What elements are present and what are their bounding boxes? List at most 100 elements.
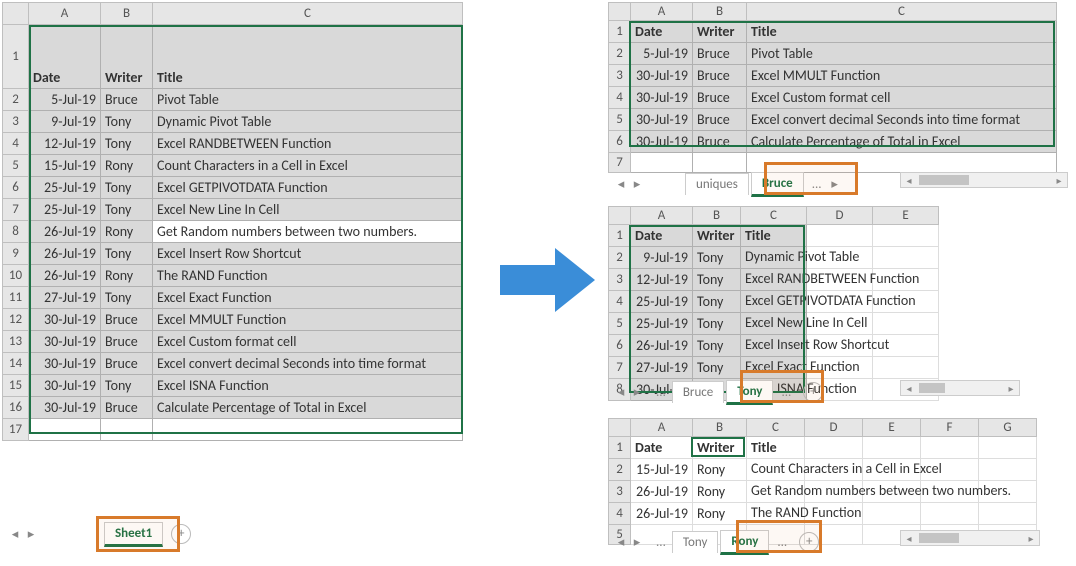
scroll-left-icon[interactable]: ◂	[901, 382, 917, 395]
cell-writer[interactable]: Tony	[101, 199, 153, 221]
cell-date[interactable]: 12-Jul-19	[631, 269, 693, 291]
cell-date[interactable]: 9-Jul-19	[631, 247, 693, 269]
row-hdr[interactable]: 2	[609, 247, 631, 269]
select-all-corner[interactable]	[609, 3, 631, 21]
cell-title[interactable]: Count Characters in a Cell in Excel	[747, 459, 805, 481]
h-scrollbar[interactable]: ◂ ▸	[900, 530, 1040, 546]
cell-date[interactable]: 9-Jul-19	[29, 111, 101, 133]
tab-uniques[interactable]: uniques	[685, 173, 749, 195]
col-hdr-b[interactable]: B	[101, 3, 153, 25]
row-hdr[interactable]: 5	[3, 155, 29, 177]
tab-more-right-icon[interactable]: ...	[775, 385, 797, 400]
col-hdr-g[interactable]: G	[979, 419, 1037, 437]
nav-prev-icon[interactable]: ▸	[630, 385, 644, 400]
hdr-date[interactable]: Date	[29, 25, 101, 89]
row-hdr[interactable]: 10	[3, 265, 29, 287]
main-grid[interactable]: A B C 1 Date Writer Title 25-Jul-19Bruce…	[2, 2, 463, 441]
cell-empty[interactable]	[873, 247, 939, 269]
cell-writer[interactable]: Bruce	[693, 109, 747, 131]
tab-tony-inactive[interactable]: Tony	[672, 531, 719, 553]
cell-date[interactable]: 27-Jul-19	[631, 357, 693, 379]
tab-add-button[interactable]: +	[171, 524, 191, 544]
tony-grid[interactable]: A B C D E 1DateWriterTitle29-Jul-19TonyD…	[608, 206, 939, 401]
row-hdr[interactable]: 11	[3, 287, 29, 309]
select-all-corner[interactable]	[609, 207, 631, 225]
cell-writer[interactable]: Bruce	[101, 89, 153, 111]
col-hdr-c[interactable]: C	[747, 3, 1057, 21]
col-hdr-b[interactable]: B	[693, 3, 747, 21]
cell-title[interactable]: Dynamic Pivot Table	[741, 247, 807, 269]
cell-writer[interactable]: Tony	[693, 291, 741, 313]
hdr-cell[interactable]: Date	[631, 225, 693, 247]
tab-tony[interactable]: Tony	[726, 380, 773, 405]
tab-sheet1[interactable]: Sheet1	[104, 522, 163, 547]
cell-writer[interactable]: Tony	[101, 243, 153, 265]
cell-empty[interactable]	[873, 313, 939, 335]
row-hdr[interactable]: 6	[609, 131, 631, 153]
tab-more-left-icon[interactable]: ...	[650, 535, 672, 550]
cell-title[interactable]: Excel Custom format cell	[747, 87, 1057, 109]
row-hdr[interactable]: 15	[3, 375, 29, 397]
row-hdr[interactable]: 12	[3, 309, 29, 331]
cell-writer[interactable]	[101, 419, 153, 441]
cell-title[interactable]: Get Random numbers between two numbers.	[153, 221, 463, 243]
cell-writer[interactable]: Bruce	[101, 397, 153, 419]
cell-writer[interactable]: Bruce	[693, 65, 747, 87]
col-hdr-a[interactable]: A	[631, 207, 693, 225]
col-hdr-a[interactable]: A	[29, 3, 101, 25]
cell-empty[interactable]	[921, 503, 979, 525]
cell-date[interactable]: 30-Jul-19	[29, 309, 101, 331]
cell-title[interactable]: Get Random numbers between two numbers.	[747, 481, 805, 503]
cell-writer[interactable]: Rony	[693, 503, 747, 525]
row-hdr[interactable]: 6	[609, 335, 631, 357]
col-hdr-d[interactable]: D	[807, 207, 873, 225]
scroll-left-icon[interactable]: ◂	[901, 532, 917, 545]
cell-title[interactable]: The RAND Function	[747, 503, 805, 525]
scroll-right-icon[interactable]: ▸	[1003, 382, 1019, 395]
row-hdr[interactable]: 4	[609, 87, 631, 109]
cell-title[interactable]: Excel ISNA Function	[153, 375, 463, 397]
cell-empty[interactable]	[979, 437, 1037, 459]
hdr-cell[interactable]: Writer	[693, 437, 747, 459]
col-hdr-d[interactable]: D	[805, 419, 863, 437]
cell-writer[interactable]: Bruce	[693, 131, 747, 153]
col-hdr-c[interactable]: C	[741, 207, 807, 225]
scroll-thumb[interactable]	[919, 533, 959, 543]
col-hdr-c[interactable]: C	[747, 419, 805, 437]
cell-writer[interactable]: Rony	[693, 459, 747, 481]
cell-empty[interactable]	[921, 437, 979, 459]
cell-writer[interactable]: Rony	[693, 481, 747, 503]
cell-empty[interactable]	[873, 225, 939, 247]
cell-writer[interactable]: Bruce	[693, 43, 747, 65]
hdr-cell[interactable]: Date	[631, 21, 693, 43]
row-hdr[interactable]: 6	[3, 177, 29, 199]
cell-title[interactable]: Excel Custom format cell	[153, 331, 463, 353]
cell-date[interactable]: 26-Jul-19	[29, 221, 101, 243]
cell-title[interactable]: Excel Exact Function	[153, 287, 463, 309]
cell-date[interactable]: 25-Jul-19	[631, 313, 693, 335]
cell-title[interactable]: Excel RANDBETWEEN Function	[741, 269, 807, 291]
cell-date[interactable]: 25-Jul-19	[29, 199, 101, 221]
cell-title[interactable]: Pivot Table	[747, 43, 1057, 65]
cell-date[interactable]: 30-Jul-19	[29, 375, 101, 397]
cell-date[interactable]: 27-Jul-19	[29, 287, 101, 309]
h-scrollbar[interactable]: ◂ ▸	[900, 380, 1020, 396]
nav-first-icon[interactable]: ◂	[8, 527, 22, 542]
bruce-grid[interactable]: A B C 1DateWriterTitle25-Jul-19BrucePivo…	[608, 2, 1057, 173]
row-hdr[interactable]: 2	[3, 89, 29, 111]
cell-date[interactable]: 12-Jul-19	[29, 133, 101, 155]
row-hdr[interactable]: 3	[609, 269, 631, 291]
cell-writer[interactable]: Rony	[101, 265, 153, 287]
cell-writer[interactable]: Tony	[101, 287, 153, 309]
cell-writer[interactable]: Bruce	[101, 331, 153, 353]
cell-title[interactable]: Excel GETPIVOTDATA Function	[153, 177, 463, 199]
row-hdr[interactable]: 8	[3, 221, 29, 243]
tab-rony[interactable]: Rony	[720, 530, 769, 555]
cell-date[interactable]: 5-Jul-19	[29, 89, 101, 111]
rony-grid[interactable]: A B C D E F G 1DateWriterTitle215-Jul-19…	[608, 418, 1037, 545]
cell-writer[interactable]: Rony	[101, 155, 153, 177]
col-hdr-b[interactable]: B	[693, 207, 741, 225]
col-hdr-e[interactable]: E	[873, 207, 939, 225]
hdr-cell[interactable]: Title	[747, 437, 805, 459]
cell-writer[interactable]: Tony	[693, 335, 741, 357]
